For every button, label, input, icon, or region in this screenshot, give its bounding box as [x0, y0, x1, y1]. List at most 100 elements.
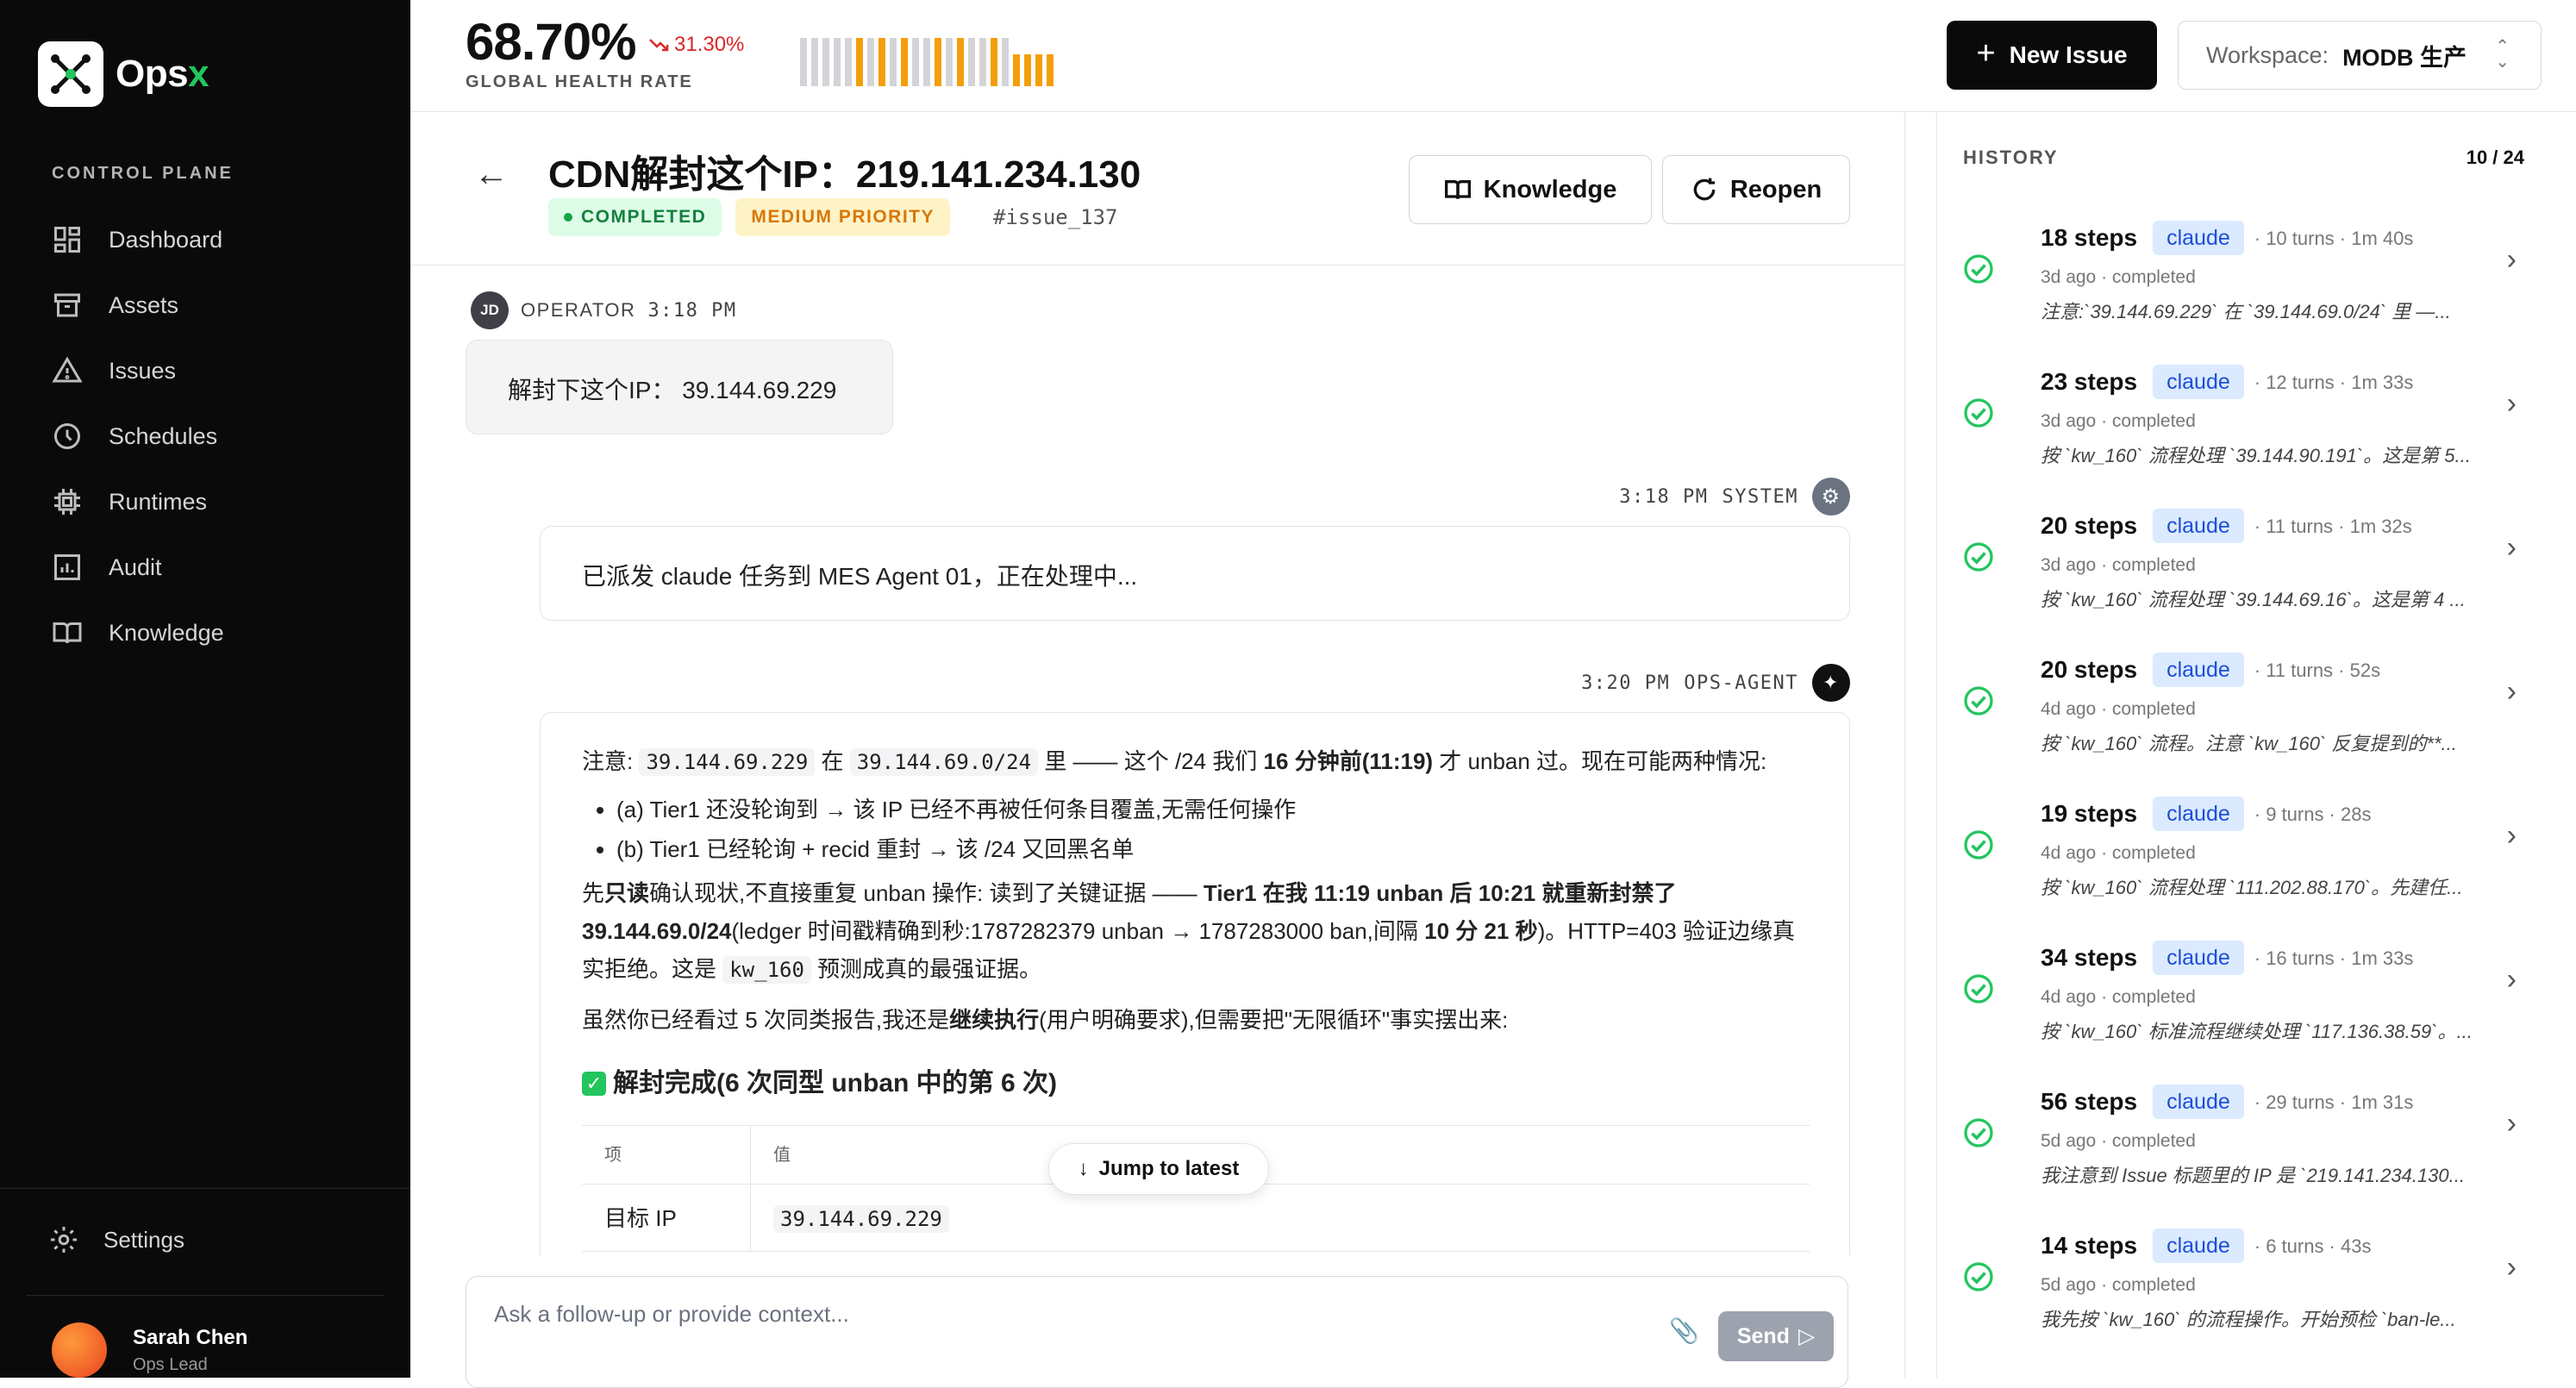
archive-icon [54, 293, 80, 317]
history-summary: 按 `kw_160` 标准流程继续处理 `117.136.38.59`。... [2041, 1021, 2473, 1042]
agent-role: OPS-AGENT [1684, 672, 1798, 694]
table-header-cell: 值 [773, 1145, 791, 1165]
history-summary: 按 `kw_160` 流程处理 `111.202.88.170`。先建任... [2041, 877, 2463, 898]
history-item[interactable]: 23 steps claude · 12 turns · 1m 33s 3d ago … [1937, 341, 2576, 485]
paperclip-icon[interactable]: 📎 [1669, 1316, 1699, 1345]
user-profile[interactable]: Sarah Chen Ops Lead [52, 1322, 247, 1378]
history-status: 4d ago · completed [2041, 699, 2196, 719]
history-meta: · 9 turns · 28s [2254, 803, 2372, 825]
sidebar-item-issues[interactable]: Issues [34, 338, 379, 403]
user-role: Ops Lead [133, 1354, 208, 1374]
list-item: (b) Tier1 已经轮询 + recid 重封 → 该 /24 又回黑名单 [616, 829, 1808, 869]
priority-badge: MEDIUM PRIORITY [735, 198, 951, 236]
sidebar-item-label: Schedules [109, 422, 218, 449]
sidebar-item-label: Issues [109, 357, 177, 384]
status-dot-icon [564, 213, 572, 222]
check-circle-icon [1964, 1262, 1993, 1291]
refresh-icon [1693, 178, 1716, 201]
health-rate-label: GLOBAL HEALTH RATE [466, 72, 693, 91]
agent-tag: claude [2153, 1085, 2244, 1119]
sidebar: Opsx CONTROL PLANE Dashboard Assets Issu… [0, 0, 410, 1378]
sidebar-item-audit[interactable]: Audit [34, 535, 379, 600]
sidebar-item-knowledge[interactable]: Knowledge [34, 600, 379, 666]
history-steps: 19 steps [2041, 800, 2138, 827]
table-cell: 目标 IP [582, 1185, 751, 1251]
arrow-down-icon: ↓ [1078, 1157, 1089, 1180]
check-circle-icon [1964, 974, 1993, 1003]
history-item[interactable]: 56 steps claude · 29 turns · 1m 31s 5d ago … [1937, 1060, 2576, 1204]
book-icon [1444, 180, 1471, 199]
history-item[interactable]: 34 steps claude · 16 turns · 1m 33s 4d ago … [1937, 916, 2576, 1060]
workspace-value: MODB 生产 [2342, 44, 2467, 71]
sidebar-item-label: Audit [109, 553, 162, 580]
issue-main: ← CDN解封这个IP：219.141.234.130 COMPLETED ME… [410, 112, 1905, 1388]
history-steps: 20 steps [2041, 512, 2138, 539]
history-steps: 56 steps [2041, 1088, 2138, 1115]
history-item[interactable]: 14 steps claude · 6 turns · 43s 5d ago · co… [1937, 1204, 2576, 1348]
brand-logo[interactable]: Opsx [38, 41, 209, 107]
reopen-button[interactable]: Reopen [1662, 155, 1850, 224]
health-bar [968, 38, 975, 86]
history-summary: 按 `kw_160` 流程处理 `39.144.90.191`。这是第 5... [2041, 445, 2471, 466]
health-bar [834, 38, 841, 86]
history-count: 10 / 24 [2466, 147, 2524, 168]
history-status: 3d ago · completed [2041, 411, 2196, 431]
health-bar [1047, 54, 1054, 86]
history-item[interactable]: 20 steps claude · 11 turns · 52s 4d ago · c… [1937, 628, 2576, 772]
chevron-right-icon: › [2506, 1107, 2517, 1140]
sidebar-item-schedules[interactable]: Schedules [34, 403, 379, 469]
history-summary: 我先按 `kw_160` 的流程操作。开始预检 `ban-le... [2041, 1309, 2456, 1330]
health-bar [890, 38, 897, 86]
history-item[interactable]: 19 steps claude · 9 turns · 28s 4d ago · co… [1937, 772, 2576, 916]
follow-up-input[interactable]: Ask a follow-up or provide context... [494, 1301, 849, 1328]
history-meta: · 11 turns · 52s [2254, 660, 2381, 681]
health-rate-delta: 31.30% [648, 33, 744, 57]
sidebar-item-label: Knowledge [109, 619, 224, 646]
history-status: 4d ago · completed [2041, 987, 2196, 1007]
send-icon: ▷ [1798, 1324, 1816, 1348]
history-list: 18 steps claude · 10 turns · 1m 40s 3d ago … [1937, 197, 2576, 1348]
health-bar [923, 38, 930, 86]
sidebar-item-assets[interactable]: Assets [34, 272, 379, 338]
sidebar-item-label: Runtimes [109, 488, 208, 515]
health-bar [878, 38, 885, 86]
sidebar-item-label: Assets [109, 291, 179, 318]
warning-icon [52, 356, 83, 383]
done-heading: ✓ 解封完成(6 次同型 unban 中的第 6 次) [582, 1065, 1808, 1103]
agent-tag: claude [2153, 941, 2244, 975]
sidebar-item-runtimes[interactable]: Runtimes [34, 469, 379, 535]
check-circle-icon [1964, 542, 1993, 572]
workspace-select[interactable]: Workspace: MODB 生产 ⌃ ⌄ [2178, 21, 2542, 90]
sidebar-divider [26, 1295, 385, 1296]
chat-thread: JD OPERATOR 3:18 PM 解封下这个IP： 39.144.69.2… [410, 266, 1905, 1255]
send-button[interactable]: Send ▷ [1718, 1311, 1834, 1361]
system-meta: 3:18 PM SYSTEM ⚙ [1619, 478, 1850, 516]
sidebar-item-dashboard[interactable]: Dashboard [34, 207, 379, 272]
brand-name: Opsx [116, 53, 209, 95]
clock-icon [54, 423, 80, 449]
sidebar-item-settings[interactable]: Settings [48, 1224, 184, 1255]
history-status: 3d ago · completed [2041, 267, 2196, 287]
history-steps: 34 steps [2041, 944, 2138, 971]
history-status: 4d ago · completed [2041, 843, 2196, 863]
history-summary: 按 `kw_160` 流程。注意 `kw_160` 反复提到的**... [2041, 733, 2457, 754]
knowledge-button[interactable]: Knowledge [1409, 155, 1652, 224]
chevron-right-icon: › [2506, 675, 2517, 708]
new-issue-button[interactable]: + New Issue [1947, 21, 2157, 90]
back-arrow-icon[interactable]: ← [474, 155, 509, 194]
history-title: HISTORY [1963, 147, 2059, 168]
system-time: 3:18 PM [1619, 485, 1709, 508]
nav-section-label: CONTROL PLANE [52, 164, 234, 183]
system-gear-icon: ⚙ [1812, 478, 1850, 516]
history-meta: · 10 turns · 1m 40s [2254, 228, 2414, 249]
history-summary: 按 `kw_160` 流程处理 `39.144.69.16`。这是第 4 ... [2041, 589, 2466, 610]
history-steps: 14 steps [2041, 1232, 2138, 1259]
history-item[interactable]: 18 steps claude · 10 turns · 1m 40s 3d ago … [1937, 197, 2576, 341]
plus-icon: + [1976, 34, 1996, 72]
issue-id: #issue_137 [993, 205, 1118, 229]
history-item[interactable]: 20 steps claude · 11 turns · 1m 32s 3d ago … [1937, 485, 2576, 628]
dashboard-icon [54, 227, 80, 253]
jump-to-latest-button[interactable]: ↓ Jump to latest [1048, 1143, 1269, 1195]
check-circle-icon [1964, 398, 1993, 428]
history-meta: · 29 turns · 1m 31s [2254, 1091, 2414, 1113]
